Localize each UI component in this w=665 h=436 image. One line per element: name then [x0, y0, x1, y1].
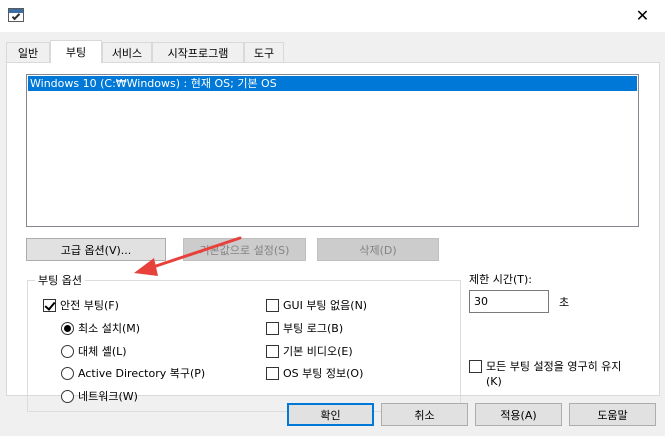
minimal-label: 최소 설치(M) [78, 322, 141, 335]
boot-options-title: 부팅 옵션 [35, 272, 85, 288]
close-icon: ✕ [635, 5, 650, 25]
alternate-shell-label: 대체 셸(L) [78, 345, 127, 358]
safe-boot-checkbox[interactable] [43, 298, 56, 312]
os-list[interactable]: Windows 10 (C:₩Windows) : 현재 OS; 기본 OS [26, 74, 639, 227]
network-label: 네트워크(W) [78, 390, 138, 403]
os-boot-info-checkbox[interactable] [266, 366, 279, 380]
tab-services[interactable]: 서비스 [102, 42, 152, 62]
base-video-checkbox[interactable] [266, 344, 279, 358]
no-gui-boot-label: GUI 부팅 없음(N) [283, 299, 368, 312]
make-permanent-label-line1: 모든 부팅 설정을 영구히 유지 [486, 360, 622, 373]
advanced-options-button[interactable]: 고급 옵션(V)... [26, 238, 166, 261]
boot-log-label: 부팅 로그(B) [283, 322, 344, 335]
delete-button[interactable]: 삭제(D) [317, 238, 439, 261]
tab-boot[interactable]: 부팅 [50, 40, 102, 63]
tab-general[interactable]: 일반 [6, 42, 50, 62]
os-boot-info-option[interactable]: OS 부팅 정보(O) [266, 365, 363, 381]
close-button[interactable]: ✕ [620, 0, 665, 30]
os-boot-info-label: OS 부팅 정보(O) [283, 367, 364, 380]
title-bar: ✕ [0, 0, 665, 32]
boot-tab-panel: Windows 10 (C:₩Windows) : 현재 OS; 기본 OS 고… [6, 62, 660, 412]
make-permanent-checkbox[interactable] [469, 360, 482, 373]
msconfig-app-icon [8, 8, 24, 22]
dialog-client-area: 일반 부팅 서비스 시작프로그램 도구 Windows 10 (C:₩Windo… [0, 32, 665, 436]
ad-repair-option[interactable]: Active Directory 복구(P) [61, 365, 205, 381]
cancel-button[interactable]: 취소 [381, 403, 468, 426]
timeout-label: 제한 시간(T): [469, 273, 532, 286]
make-permanent-option[interactable]: 모든 부팅 설정을 영구히 유지 (K) [469, 359, 621, 389]
ok-button[interactable]: 확인 [287, 403, 374, 426]
no-gui-boot-checkbox[interactable] [266, 298, 279, 312]
help-button[interactable]: 도움말 [569, 403, 656, 426]
apply-button[interactable]: 적용(A) [475, 403, 562, 426]
make-permanent-label: 모든 부팅 설정을 영구히 유지 (K) [486, 359, 621, 389]
make-permanent-label-line2: (K) [486, 375, 502, 388]
timeout-input[interactable]: 30 [469, 290, 549, 313]
base-video-option[interactable]: 기본 비디오(E) [266, 343, 353, 359]
base-video-label: 기본 비디오(E) [283, 345, 353, 358]
minimal-option[interactable]: 최소 설치(M) [61, 320, 140, 336]
minimal-radio[interactable] [61, 321, 74, 335]
timeout-unit: 초 [559, 296, 570, 309]
boot-log-checkbox[interactable] [266, 321, 279, 335]
safe-boot-label: 안전 부팅(F) [60, 299, 119, 312]
tab-startup[interactable]: 시작프로그램 [152, 42, 244, 62]
network-radio[interactable] [61, 389, 74, 403]
safe-boot-option[interactable]: 안전 부팅(F) [43, 297, 119, 313]
no-gui-boot-option[interactable]: GUI 부팅 없음(N) [266, 297, 367, 313]
ad-repair-label: Active Directory 복구(P) [78, 367, 206, 380]
tab-tools[interactable]: 도구 [244, 42, 284, 62]
network-option[interactable]: 네트워크(W) [61, 388, 138, 404]
set-default-button[interactable]: 기본값으로 설정(S) [183, 238, 306, 261]
os-list-item[interactable]: Windows 10 (C:₩Windows) : 현재 OS; 기본 OS [28, 76, 637, 91]
alternate-shell-option[interactable]: 대체 셸(L) [61, 343, 127, 359]
boot-log-option[interactable]: 부팅 로그(B) [266, 320, 343, 336]
ad-repair-radio[interactable] [61, 366, 74, 380]
alternate-shell-radio[interactable] [61, 344, 74, 358]
